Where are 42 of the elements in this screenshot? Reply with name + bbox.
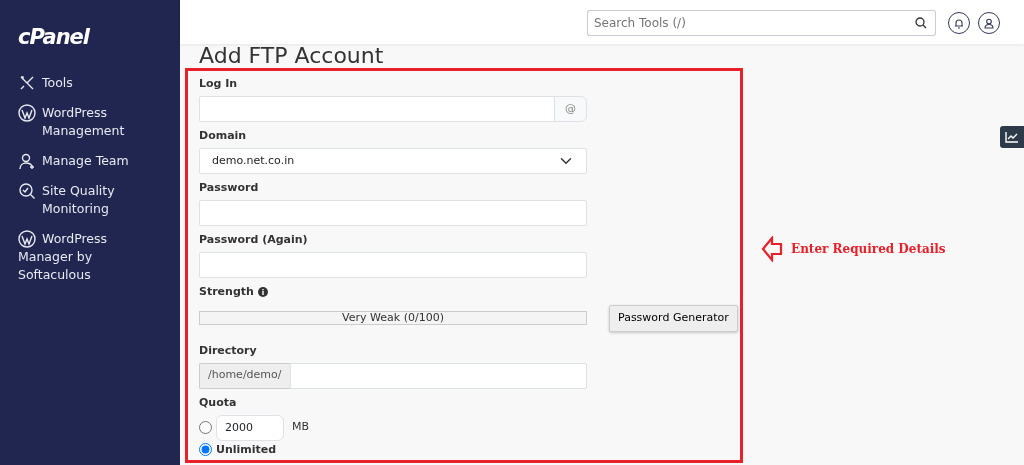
field-label: Password (Again)	[199, 233, 309, 247]
field-label: Domain	[199, 129, 248, 143]
quota-radio[interactable]	[199, 443, 212, 457]
field-label: Log In	[199, 77, 239, 91]
logo-text: cPanel	[18, 24, 90, 51]
sidebar-item[interactable]: WordPress Manager by Softaculous	[18, 229, 140, 284]
wordpress-icon	[18, 229, 36, 248]
annotation-text: Enter Required Details	[791, 241, 946, 258]
sidebar-item[interactable]: Tools	[18, 73, 168, 92]
unit-label: MB	[292, 419, 310, 436]
bell-icon	[954, 17, 964, 29]
page-title: Add FTP Account	[199, 44, 385, 68]
wordpress-icon	[18, 103, 36, 122]
info-icon[interactable]	[257, 287, 268, 297]
arrow-left-icon	[761, 236, 783, 262]
field-label: Strength	[199, 285, 254, 299]
quota-radio[interactable]	[199, 421, 212, 434]
password-generator-button[interactable]: Password Generator	[609, 305, 738, 332]
chart-toggle-button[interactable]	[1000, 126, 1024, 148]
magnifier-check-icon	[18, 181, 36, 200]
user-icon	[984, 17, 994, 29]
domain-select[interactable]: demo.net.co.in	[199, 148, 587, 174]
sidebar-item[interactable]: WordPress Management	[18, 103, 168, 140]
sidebar-item[interactable]: Manage Team	[18, 151, 168, 170]
user-button[interactable]	[978, 12, 1000, 34]
tools-icon	[18, 73, 36, 92]
add-user-icon	[18, 151, 36, 170]
strength-reading: Very Weak (0/100)	[342, 311, 444, 325]
field-label: Directory	[199, 343, 258, 358]
notifications-button[interactable]	[948, 12, 970, 34]
directory-field[interactable]	[289, 362, 587, 389]
trend-chart-icon	[1005, 131, 1019, 143]
radio-label: Unlimited	[216, 441, 277, 458]
password-field[interactable]	[199, 200, 587, 226]
field-label: Password	[199, 181, 260, 195]
field-label: Quota	[199, 395, 238, 410]
sidebar-item[interactable]: Site Quality Monitoring	[18, 181, 168, 218]
login-field[interactable]	[199, 96, 555, 122]
password-again-field[interactable]	[199, 252, 587, 278]
quota-amount-field[interactable]: 2000	[216, 414, 284, 441]
directory-prefix: /home/demo/	[199, 362, 290, 389]
at-sign-addon: @	[554, 96, 587, 122]
